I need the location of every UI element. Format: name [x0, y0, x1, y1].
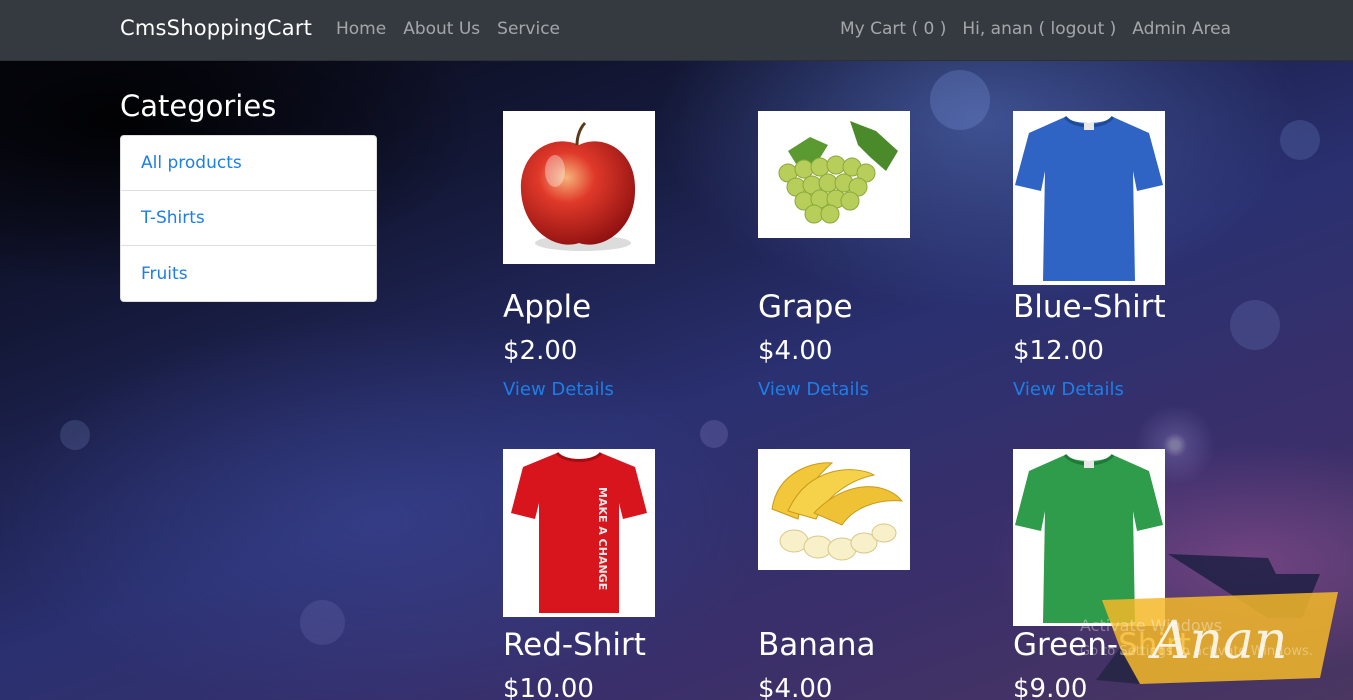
product-price: $9.00	[1013, 674, 1088, 700]
bokeh-light	[1230, 300, 1280, 350]
nav-admin-area[interactable]: Admin Area	[1132, 19, 1231, 39]
product-image-grape[interactable]	[758, 111, 910, 238]
product-price: $4.00	[758, 336, 833, 366]
anan-watermark: Anan Activate Windows Go to Settings to …	[1080, 552, 1353, 700]
shirt-print-text: MAKE A CHANGE	[596, 487, 609, 590]
brand-link[interactable]: CmsShoppingCart	[120, 16, 312, 40]
bokeh-light	[300, 600, 345, 645]
view-details-link[interactable]: View Details	[1013, 379, 1124, 400]
activate-windows-subtitle: Go to Settings to activate Windows.	[1080, 644, 1313, 659]
product-price: $4.00	[758, 674, 833, 700]
product-name: Red-Shirt	[503, 627, 646, 663]
nav-user-logout[interactable]: Hi, anan ( logout )	[962, 19, 1116, 39]
category-t-shirts[interactable]: T-Shirts	[121, 191, 376, 246]
activate-windows-title: Activate Windows	[1080, 616, 1223, 635]
bokeh-light	[700, 420, 728, 448]
categories-list: All products T-Shirts Fruits	[120, 135, 377, 302]
view-details-link[interactable]: View Details	[758, 379, 869, 400]
product-image-apple[interactable]	[503, 111, 655, 264]
nav-service[interactable]: Service	[497, 19, 560, 39]
product-image-banana[interactable]	[758, 449, 910, 570]
nav-home[interactable]: Home	[336, 19, 386, 39]
product-name: Blue-Shirt	[1013, 289, 1166, 325]
user-nav: My Cart ( 0 ) Hi, anan ( logout ) Admin …	[840, 19, 1231, 39]
nav-about-us[interactable]: About Us	[403, 19, 480, 39]
product-price: $2.00	[503, 336, 578, 366]
product-image-red-shirt[interactable]: MAKE A CHANGE	[503, 449, 655, 617]
view-details-link[interactable]: View Details	[503, 379, 614, 400]
bokeh-light	[930, 70, 990, 130]
main-nav: Home About Us Service	[336, 19, 560, 39]
categories-heading: Categories	[120, 89, 277, 123]
product-image-blue-shirt[interactable]	[1013, 111, 1165, 285]
nav-my-cart[interactable]: My Cart ( 0 )	[840, 19, 946, 39]
category-all-products[interactable]: All products	[121, 136, 376, 191]
product-name: Apple	[503, 289, 592, 325]
bokeh-light	[60, 420, 90, 450]
bokeh-light	[1280, 120, 1320, 160]
category-fruits[interactable]: Fruits	[121, 246, 376, 301]
product-name: Banana	[758, 627, 876, 663]
top-navbar: CmsShoppingCart Home About Us Service My…	[0, 0, 1353, 61]
product-price: $10.00	[503, 674, 594, 700]
product-price: $12.00	[1013, 336, 1104, 366]
product-name: Grape	[758, 289, 853, 325]
